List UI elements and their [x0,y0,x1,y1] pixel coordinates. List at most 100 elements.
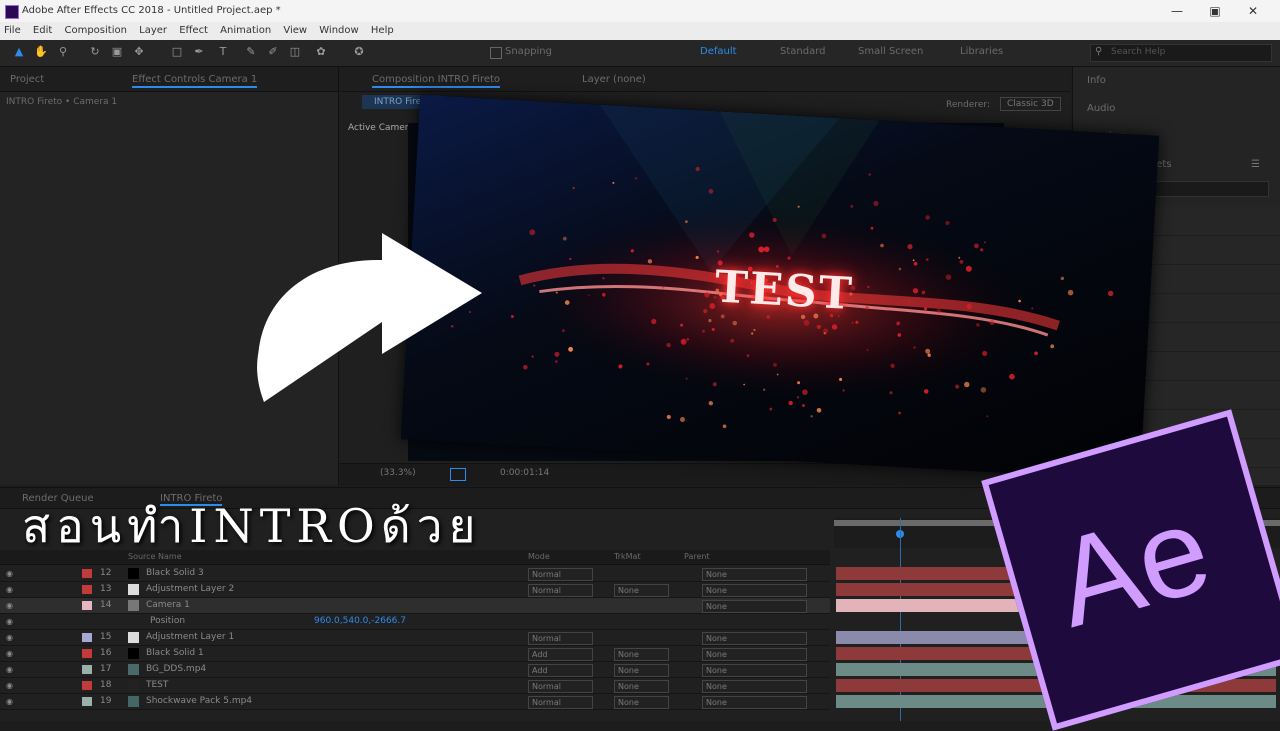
visibility-eye-icon[interactable]: ◉ [6,665,13,674]
label-color-swatch[interactable] [82,585,92,594]
parent-dropdown[interactable]: None [702,696,807,709]
tab-layer[interactable]: Layer (none) [582,74,646,85]
header-parent[interactable]: Parent [684,552,710,561]
camera-tool-icon[interactable]: ▣ [110,45,124,59]
selection-tool-icon[interactable]: ▲ [12,45,26,59]
property-value[interactable]: 960.0,540.0,-2666.7 [314,616,406,626]
visibility-eye-icon[interactable]: ◉ [6,697,13,706]
label-color-swatch[interactable] [82,569,92,578]
zoom-dropdown[interactable]: (33.3%) [380,468,416,478]
header-trkmat[interactable]: TrkMat [614,552,641,561]
visibility-eye-icon[interactable]: ◉ [6,681,13,690]
menu-edit[interactable]: Edit [33,25,52,36]
visibility-eye-icon[interactable]: ◉ [6,633,13,642]
layer-source-name[interactable]: Black Solid 3 [146,568,204,578]
parent-dropdown[interactable]: None [702,600,807,613]
renderer-dropdown[interactable]: Classic 3D [1000,97,1061,111]
menu-view[interactable]: View [283,25,307,36]
label-color-swatch[interactable] [82,601,92,610]
snapping-checkbox[interactable] [490,47,502,59]
parent-dropdown[interactable]: None [702,632,807,645]
trkmat-dropdown[interactable]: None [614,584,669,597]
header-mode[interactable]: Mode [528,552,550,561]
camera-view-icon[interactable] [450,468,466,481]
eraser-tool-icon[interactable]: ◫ [288,45,302,59]
workspace-small-screen[interactable]: Small Screen [858,46,923,57]
workspace-libraries[interactable]: Libraries [960,46,1003,57]
layer-source-name[interactable]: Adjustment Layer 1 [146,632,234,642]
roto-tool-icon[interactable]: ✿ [314,45,328,59]
parent-dropdown[interactable]: None [702,568,807,581]
layer-row[interactable]: ◉ Position 960.0,540.0,-2666.7 [0,614,830,630]
label-color-swatch[interactable] [82,665,92,674]
layer-source-name[interactable]: Position [150,616,185,626]
menu-composition[interactable]: Composition [64,25,126,36]
menu-window[interactable]: Window [319,25,358,36]
comp-timecode[interactable]: 0:00:01:14 [500,468,549,478]
layer-mode-dropdown[interactable]: Normal [528,680,593,693]
clone-tool-icon[interactable]: ✐ [266,45,280,59]
visibility-eye-icon[interactable]: ◉ [6,601,13,610]
maximize-icon[interactable]: ▣ [1198,0,1232,22]
close-icon[interactable]: ✕ [1236,0,1270,22]
layer-source-name[interactable]: TEST [146,680,168,690]
layer-source-name[interactable]: Adjustment Layer 2 [146,584,234,594]
layer-source-name[interactable]: Black Solid 1 [146,648,204,658]
layer-row[interactable]: ◉ 16 Black Solid 1 Add None None [0,646,830,662]
pen-tool-icon[interactable]: ✒ [192,45,206,59]
tab-composition[interactable]: Composition INTRO Fireto [372,74,501,88]
trkmat-dropdown[interactable]: None [614,680,669,693]
brush-tool-icon[interactable]: ✎ [244,45,258,59]
trkmat-dropdown[interactable]: None [614,664,669,677]
menu-file[interactable]: File [4,25,21,36]
panel-menu-icon[interactable]: ☰ [1251,159,1260,170]
workspace-standard[interactable]: Standard [780,46,826,57]
layer-row[interactable]: ◉ 13 Adjustment Layer 2 Normal None None [0,582,830,598]
layer-mode-dropdown[interactable]: Normal [528,568,593,581]
label-color-swatch[interactable] [82,649,92,658]
layer-row[interactable]: ◉ 14 Camera 1 None [0,598,830,614]
menu-layer[interactable]: Layer [139,25,167,36]
layer-row[interactable]: ◉ 15 Adjustment Layer 1 Normal None [0,630,830,646]
layer-row[interactable]: ◉ 18 TEST Normal None None [0,678,830,694]
layer-source-name[interactable]: Shockwave Pack 5.mp4 [146,696,252,706]
menu-effect[interactable]: Effect [179,25,208,36]
layer-mode-dropdown[interactable]: Normal [528,632,593,645]
tab-effect-controls[interactable]: Effect Controls Camera 1 [132,74,258,88]
workspace-default[interactable]: Default [700,46,737,57]
rotate-tool-icon[interactable]: ↻ [88,45,102,59]
type-tool-icon[interactable]: T [216,45,230,59]
layer-row[interactable]: ◉ 12 Black Solid 3 Normal None [0,566,830,582]
rect-tool-icon[interactable]: □ [170,45,184,59]
trkmat-dropdown[interactable]: None [614,696,669,709]
parent-dropdown[interactable]: None [702,584,807,597]
label-color-swatch[interactable] [82,681,92,690]
minimize-icon[interactable]: — [1160,0,1194,22]
layer-mode-dropdown[interactable]: Normal [528,584,593,597]
visibility-eye-icon[interactable]: ◉ [6,569,13,578]
trkmat-dropdown[interactable]: None [614,648,669,661]
puppet-tool-icon[interactable]: ✪ [352,45,366,59]
parent-dropdown[interactable]: None [702,680,807,693]
hand-tool-icon[interactable]: ✋ [34,45,48,59]
pan-tool-icon[interactable]: ✥ [132,45,146,59]
menu-animation[interactable]: Animation [220,25,271,36]
label-color-swatch[interactable] [82,697,92,706]
layer-source-name[interactable]: Camera 1 [146,600,190,610]
layer-row[interactable]: ◉ 17 BG_DDS.mp4 Add None None [0,662,830,678]
zoom-tool-icon[interactable]: ⚲ [56,45,70,59]
label-color-swatch[interactable] [82,633,92,642]
visibility-eye-icon[interactable]: ◉ [6,617,13,626]
visibility-eye-icon[interactable]: ◉ [6,649,13,658]
panel-audio[interactable]: Audio [1087,103,1115,114]
layer-source-name[interactable]: BG_DDS.mp4 [146,664,206,674]
visibility-eye-icon[interactable]: ◉ [6,585,13,594]
layer-row[interactable]: ◉ 19 Shockwave Pack 5.mp4 Normal None None [0,694,830,710]
layer-mode-dropdown[interactable]: Normal [528,696,593,709]
panel-info[interactable]: Info [1087,75,1106,86]
layer-mode-dropdown[interactable]: Add [528,664,593,677]
tab-project[interactable]: Project [10,74,44,85]
parent-dropdown[interactable]: None [702,648,807,661]
parent-dropdown[interactable]: None [702,664,807,677]
layer-mode-dropdown[interactable]: Add [528,648,593,661]
